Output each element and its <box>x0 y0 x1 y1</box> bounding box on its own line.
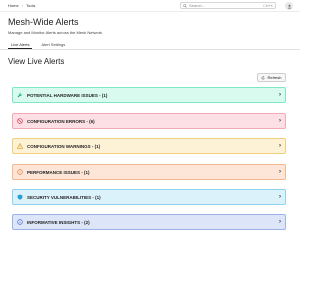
search-shortcut: Ctrl+K <box>263 3 273 8</box>
search-icon <box>183 3 187 8</box>
tab-bar: Live Alerts Alert Settings <box>8 41 68 49</box>
alert-label: POTENTIAL HARDWARE ISSUES - (1) <box>27 92 108 98</box>
alert-label: PERFORMANCE ISSUES - (1) <box>27 169 90 175</box>
alert-configuration-warnings[interactable]: CONFIGURATION WARNINGS - (1) › <box>12 138 286 154</box>
alert-label: SECURITY VULNERABILITIES - (1) <box>27 194 101 200</box>
alert-label: CONFIGURATION ERRORS - (6) <box>27 118 95 124</box>
chevron-right-icon: › <box>279 169 281 175</box>
info-icon <box>17 219 23 225</box>
search-placeholder: Search... <box>189 3 206 8</box>
ban-icon <box>17 118 23 124</box>
alert-informative-insights[interactable]: INFORMATIVE INSIGHTS - (2) › <box>12 214 286 230</box>
refresh-label: Refresh <box>267 75 282 80</box>
warning-icon <box>17 143 23 149</box>
wrench-icon <box>17 92 23 98</box>
chevron-right-icon: › <box>279 194 281 200</box>
breadcrumb-separator: › <box>21 3 24 8</box>
alert-hardware-issues[interactable]: POTENTIAL HARDWARE ISSUES - (1) › <box>12 87 286 103</box>
tab-divider <box>0 49 300 50</box>
alert-security-vulnerabilities[interactable]: SECURITY VULNERABILITIES - (1) › <box>12 189 286 205</box>
tab-live-alerts[interactable]: Live Alerts <box>8 41 33 49</box>
user-icon <box>287 4 291 8</box>
chevron-right-icon: › <box>279 118 281 124</box>
top-bar: Home › Tools Search... Ctrl+K <box>0 0 300 12</box>
refresh-icon <box>262 75 265 79</box>
user-avatar[interactable] <box>285 2 293 10</box>
chevron-right-icon: › <box>279 219 281 225</box>
refresh-button[interactable]: Refresh <box>257 73 286 82</box>
tab-alert-settings[interactable]: Alert Settings <box>38 41 68 49</box>
shield-icon <box>17 194 23 200</box>
chevron-right-icon: › <box>279 92 281 98</box>
section-title: View Live Alerts <box>8 57 65 66</box>
page-title: Mesh-Wide Alerts <box>8 17 79 27</box>
error-icon <box>17 169 23 175</box>
alert-label: CONFIGURATION WARNINGS - (1) <box>27 143 101 149</box>
alert-label: INFORMATIVE INSIGHTS - (2) <box>27 219 90 225</box>
breadcrumb: Home › Tools <box>8 3 35 8</box>
breadcrumb-current: Tools <box>26 3 36 8</box>
alert-performance-issues[interactable]: PERFORMANCE ISSUES - (1) › <box>12 164 286 180</box>
chevron-right-icon: › <box>279 143 281 149</box>
alert-configuration-errors[interactable]: CONFIGURATION ERRORS - (6) › <box>12 113 286 129</box>
page-subtitle: Manage and Monitor Alerts across the Mes… <box>8 30 103 35</box>
search-input[interactable]: Search... Ctrl+K <box>180 2 276 9</box>
breadcrumb-home[interactable]: Home <box>8 3 19 8</box>
